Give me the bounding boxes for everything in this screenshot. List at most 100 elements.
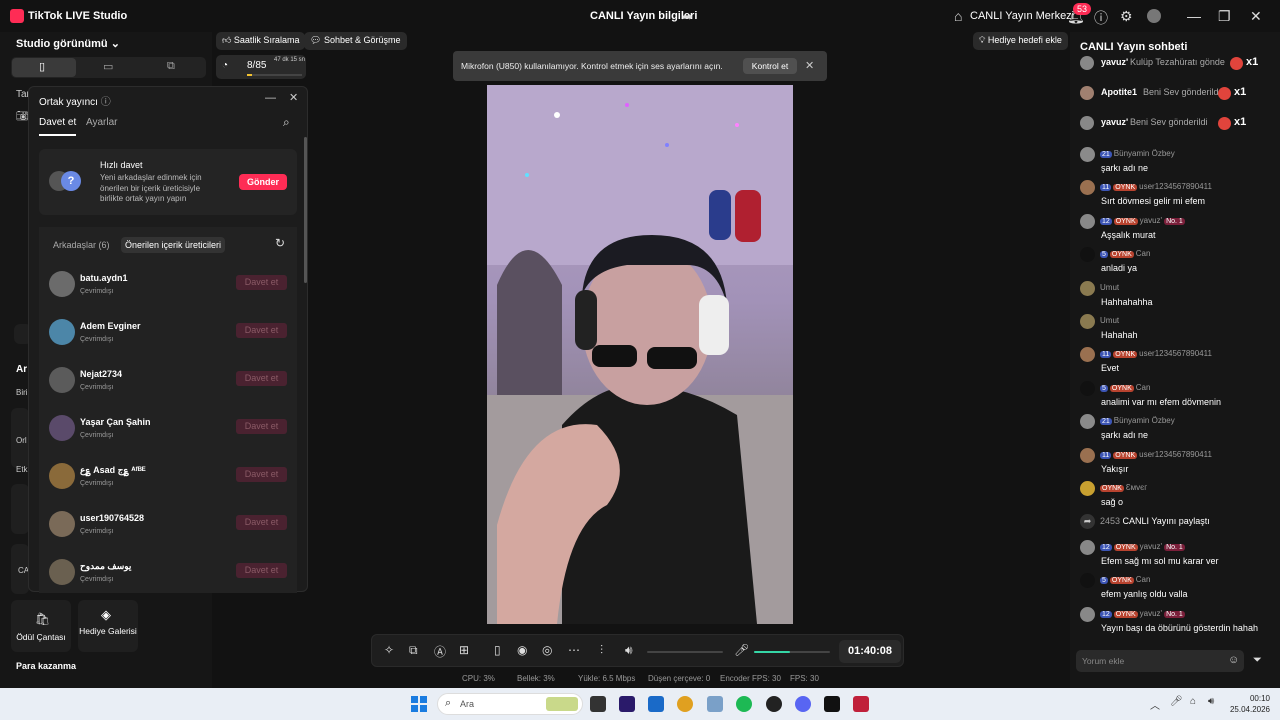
gift-gallery-button[interactable]: ◈ Hediye Galerisi bbox=[78, 600, 138, 652]
live-goal-widget[interactable]: ◔ 8/85 47 dk 15 sn bbox=[216, 55, 306, 79]
network-icon[interactable]: ⌂ bbox=[1190, 696, 1196, 707]
app-icon[interactable] bbox=[707, 696, 723, 712]
maximize-icon[interactable]: ❐ bbox=[1218, 8, 1231, 25]
screenshot-icon[interactable]: ◎ bbox=[542, 643, 552, 657]
invite-button[interactable]: Davet et bbox=[236, 371, 287, 386]
filter-icon[interactable]: ⏷ bbox=[1253, 654, 1262, 667]
help-icon[interactable]: ⓘ bbox=[1094, 8, 1108, 28]
level-badge: 5 bbox=[1100, 251, 1108, 259]
speaker-volume-slider[interactable] bbox=[647, 651, 723, 653]
invite-button[interactable]: Davet et bbox=[236, 419, 287, 434]
chat-username[interactable]: user1234567890411 bbox=[1139, 349, 1212, 358]
avatar bbox=[1080, 380, 1095, 396]
outlook-icon[interactable] bbox=[648, 696, 664, 712]
hourly-ranking-button[interactable]: 👍︎ Saatlik Sıralama bbox=[216, 32, 306, 50]
after-effects-icon[interactable] bbox=[619, 696, 635, 712]
audio-settings-icon[interactable]: ⫶ bbox=[600, 643, 603, 658]
invite-button[interactable]: Davet et bbox=[236, 515, 287, 530]
invite-button[interactable]: Davet et bbox=[236, 323, 287, 338]
orientation-toggle[interactable]: ▯ ▭ ⧉ bbox=[11, 57, 206, 78]
refresh-icon[interactable]: ↻ bbox=[275, 236, 285, 250]
layout-icon[interactable]: ⧉ bbox=[409, 643, 418, 658]
tab-friends[interactable]: Arkadaşlar (6) bbox=[49, 237, 114, 253]
live-studio-icon[interactable] bbox=[853, 696, 869, 712]
chat-username[interactable]: Can bbox=[1136, 383, 1151, 392]
steam-icon[interactable] bbox=[766, 696, 782, 712]
ai-icon[interactable]: Ⓐ bbox=[434, 643, 446, 660]
creator-status: Çevrimdışı bbox=[80, 384, 114, 391]
taskbar-search[interactable]: ⌕ Ara bbox=[437, 693, 583, 715]
tiktok-icon[interactable] bbox=[824, 696, 840, 712]
tab-suggested[interactable]: Önerilen içerik üreticileri bbox=[121, 237, 226, 253]
settings-gear-icon[interactable]: ⚙ bbox=[1120, 8, 1133, 25]
search-icon[interactable]: ⌕ bbox=[283, 115, 290, 130]
chat-username[interactable]: Can bbox=[1136, 575, 1151, 584]
chat-username[interactable]: user1234567890411 bbox=[1139, 182, 1212, 191]
chat-username[interactable]: Can bbox=[1136, 249, 1151, 258]
studio-view-dropdown[interactable]: Studio görünümü ⌄ bbox=[16, 37, 120, 50]
effect-card[interactable] bbox=[11, 484, 29, 534]
send-button[interactable]: Gönder bbox=[239, 174, 287, 190]
search-icon: ⌕ bbox=[445, 697, 452, 709]
chrome-icon[interactable] bbox=[677, 696, 693, 712]
discord-icon[interactable] bbox=[795, 696, 811, 712]
microphone-icon[interactable]: 🎤︎ bbox=[734, 643, 749, 657]
dual-icon[interactable]: ⧉ bbox=[167, 60, 175, 73]
minimize-panel-icon[interactable]: — bbox=[265, 92, 276, 104]
more-icon[interactable]: ⋯ bbox=[568, 643, 580, 657]
mic-tray-icon[interactable]: 🎤︎ bbox=[1170, 696, 1183, 707]
comment-input[interactable]: Yorum ekle ☺ bbox=[1076, 650, 1244, 672]
chat-username[interactable]: user1234567890411 bbox=[1139, 450, 1212, 459]
volume-icon[interactable]: 🔊︎ bbox=[1208, 696, 1214, 707]
invite-button[interactable]: Davet et bbox=[236, 275, 287, 290]
portrait-icon[interactable]: ▯ bbox=[39, 60, 45, 73]
camera-icon[interactable]: 📷︎ bbox=[16, 111, 29, 122]
chat-username[interactable]: Umut bbox=[1100, 316, 1119, 325]
share-icon[interactable]: ➦ bbox=[682, 9, 693, 25]
close-icon[interactable]: ✕ bbox=[805, 59, 814, 72]
creator-row: Nejat2734 Çevrimdışı Davet et bbox=[39, 363, 297, 411]
minimize-icon[interactable]: — bbox=[1187, 8, 1201, 24]
landscape-icon[interactable]: ▭ bbox=[103, 60, 113, 73]
invite-button[interactable]: Davet et bbox=[236, 467, 287, 482]
chat-username[interactable]: Ɛмvєг bbox=[1126, 483, 1147, 492]
close-panel-icon[interactable]: ✕ bbox=[289, 91, 298, 104]
add-source-icon[interactable]: ⊞ bbox=[459, 643, 469, 657]
record-icon[interactable]: ◉ bbox=[517, 643, 527, 657]
invite-button[interactable]: Davet et bbox=[236, 563, 287, 578]
tab-invite[interactable]: Davet et bbox=[39, 117, 76, 128]
tray-chevron-icon[interactable]: ︿ bbox=[1150, 697, 1160, 712]
task-view-icon[interactable] bbox=[590, 696, 606, 712]
level-badge: 5 bbox=[1100, 577, 1108, 585]
level-badge: 5 bbox=[1100, 384, 1108, 392]
check-button[interactable]: Kontrol et bbox=[743, 58, 797, 74]
chat-meet-button[interactable]: 💬︎ Sohbet & Görüşme bbox=[304, 32, 407, 50]
tab-settings[interactable]: Ayarlar bbox=[86, 117, 118, 128]
close-icon[interactable]: ✕ bbox=[1250, 8, 1262, 25]
chat-username[interactable]: yavuz' bbox=[1140, 542, 1162, 551]
emoji-icon[interactable]: ☺ bbox=[1228, 654, 1239, 666]
profile-avatar[interactable] bbox=[1147, 9, 1161, 23]
gift-icon bbox=[1230, 57, 1243, 70]
home-icon[interactable]: ⌂ bbox=[954, 8, 962, 24]
clock[interactable]: 00:10 25.04.2026 bbox=[1228, 693, 1270, 715]
spotify-icon[interactable] bbox=[736, 696, 752, 712]
magic-wand-icon[interactable]: ✧ bbox=[384, 643, 394, 657]
message-text: şarkı adı ne bbox=[1101, 163, 1149, 173]
live-center-link[interactable]: CANLI Yayın Merkezi bbox=[970, 10, 1074, 22]
add-gift-goal-button[interactable]: 💡︎ Hediye hedefi ekle bbox=[973, 32, 1068, 50]
chat-username[interactable]: yavuz' bbox=[1140, 216, 1162, 225]
phone-icon[interactable]: ▯ bbox=[494, 643, 501, 657]
avatar bbox=[49, 415, 75, 441]
chat-username[interactable]: Umut bbox=[1100, 283, 1119, 292]
message-text: Evet bbox=[1101, 363, 1120, 374]
scrollbar[interactable] bbox=[304, 137, 307, 283]
chat-username[interactable]: yavuz' bbox=[1140, 609, 1162, 618]
chat-username[interactable]: Bünyamin Özbey bbox=[1114, 149, 1175, 158]
chat-username[interactable]: Bünyamin Özbey bbox=[1114, 416, 1175, 425]
notification-badge: 53 bbox=[1073, 3, 1092, 15]
reward-bag-button[interactable]: 🛍︎ Ödül Çantası bbox=[11, 600, 71, 652]
live-preview[interactable] bbox=[487, 85, 793, 624]
speaker-icon[interactable]: 🔊︎ bbox=[625, 643, 633, 658]
start-icon[interactable] bbox=[411, 696, 427, 712]
